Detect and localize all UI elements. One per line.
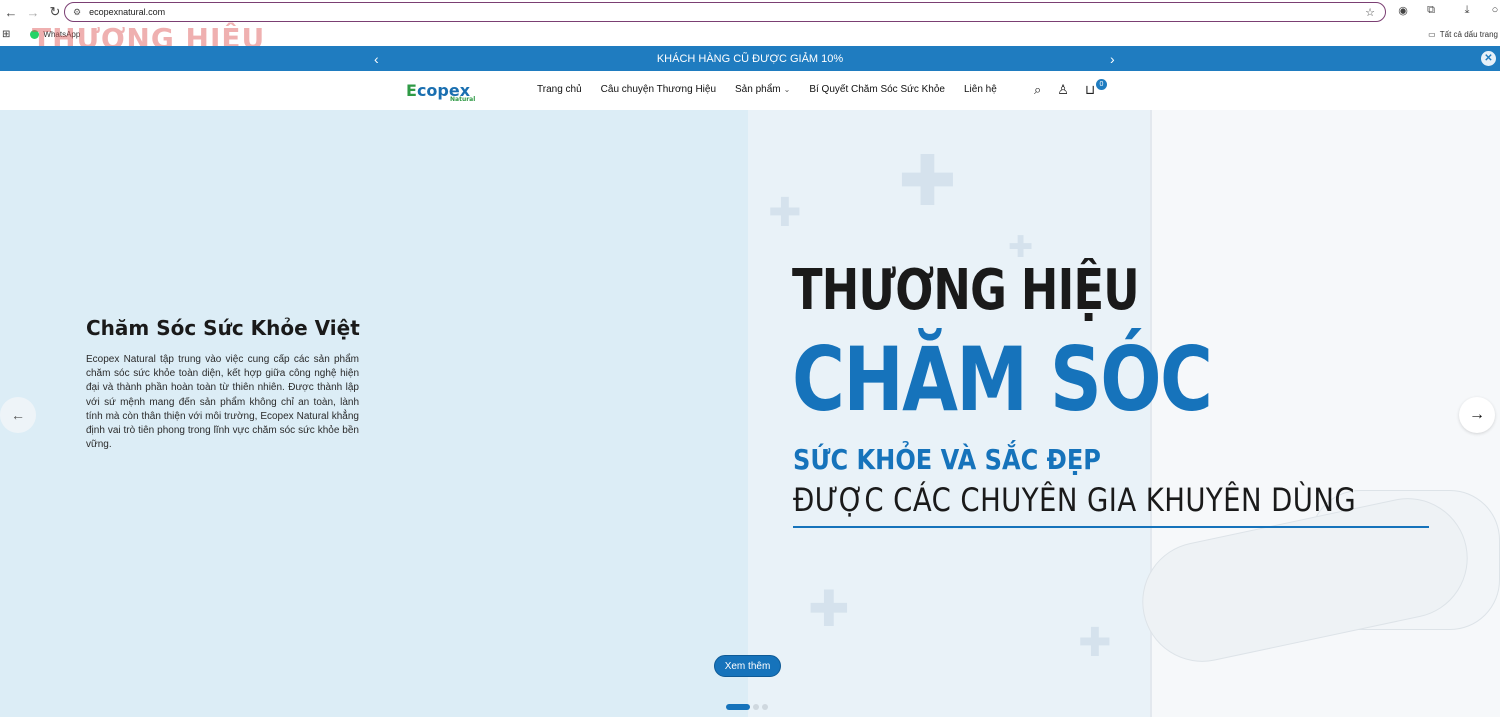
logo-subtitle: Natural (450, 96, 476, 103)
browser-actions: ◉ ⧉ ⤓ ○ ⋮ (1395, 4, 1500, 17)
search-icon[interactable]: ⌕ (1034, 82, 1041, 98)
cart-icon: ⊔ (1084, 82, 1096, 97)
address-bar[interactable]: ⚙ ecopexnatural.com ☆ (64, 2, 1386, 22)
logo-e-glyph: E (406, 81, 417, 100)
medical-cross-decor: ✚ (808, 580, 850, 638)
banner-headline-3: SỨC KHỎE VÀ SẮC ĐẸP (793, 443, 1101, 476)
forward-icon[interactable]: → (22, 1, 44, 23)
banner-headline-2: CHĂM SÓC (792, 328, 1213, 431)
bookmark-star-icon[interactable]: ☆ (1365, 6, 1375, 19)
cart-button[interactable]: ⊔ 0 (1084, 79, 1107, 98)
announcement-text: KHÁCH HÀNG CŨ ĐƯỢC GIẢM 10% (656, 52, 844, 65)
announcement-bar: ‹ KHÁCH HÀNG CŨ ĐƯỢC GIẢM 10% › ✕ (0, 46, 1500, 71)
slider-prev-arrow-icon[interactable]: ← (0, 397, 36, 433)
nav-item-products[interactable]: Sản phẩm ⌄ (735, 84, 790, 95)
medical-cross-decor: ✚ (768, 190, 802, 236)
all-bookmarks-label: Tất cả dấu trang (1439, 29, 1498, 39)
reload-icon[interactable]: ↻ (44, 1, 66, 23)
nav-item-contact[interactable]: Liên hệ (964, 84, 997, 95)
back-icon[interactable]: ← (0, 1, 22, 23)
close-icon[interactable]: ✕ (1481, 51, 1496, 66)
apps-grid-icon[interactable]: ⊞ (2, 29, 10, 40)
nav-item-home[interactable]: Trang chủ (537, 84, 582, 95)
browser-toolbar: ← → ↻ ⚙ ecopexnatural.com ☆ ◉ ⧉ ⤓ ○ ⋮ (0, 0, 1500, 24)
banner-headline-4: ĐƯỢC CÁC CHUYÊN GIA KHUYÊN DÙNG (793, 481, 1357, 519)
all-bookmarks[interactable]: ▭ Tất cả dấu trang (1428, 30, 1498, 39)
banner-headline-1: THƯƠNG HIỆU (792, 258, 1140, 323)
url-text: ecopexnatural.com (89, 7, 166, 17)
see-more-button[interactable]: Xem thêm (714, 655, 781, 677)
nav-item-health-tips[interactable]: Bí Quyết Chăm Sóc Sức Khỏe (809, 84, 945, 95)
folder-icon: ▭ (1428, 29, 1436, 39)
whatsapp-icon (30, 29, 40, 39)
medical-cross-decor: ✚ (898, 140, 957, 222)
slider-next-arrow-icon[interactable]: → (1459, 397, 1495, 433)
download-icon[interactable]: ⤓ (1459, 4, 1475, 17)
extension-icon[interactable]: ◉ (1395, 4, 1411, 17)
profile-icon[interactable]: ○ (1487, 4, 1500, 17)
main-nav: Trang chủ Câu chuyện Thương Hiệu Sản phẩ… (537, 84, 997, 95)
site-header: Ecopex Natural Trang chủ Câu chuyện Thươ… (0, 71, 1500, 110)
chevron-down-icon: ⌄ (783, 85, 791, 94)
announcement-prev-icon[interactable]: ‹ (374, 51, 379, 67)
site-logo[interactable]: Ecopex Natural (406, 81, 475, 103)
header-actions: ⌕ ♙ ⊔ 0 (1034, 79, 1107, 98)
hero-description: Ecopex Natural tập trung vào việc cung c… (86, 354, 359, 451)
bookmarks-bar: ⊞ WhatsApp ▭ Tất cả dấu trang (0, 24, 1500, 44)
medical-cross-decor: ✚ (1078, 620, 1112, 666)
puzzle-icon[interactable]: ⧉ (1423, 4, 1439, 17)
banner-underline (793, 526, 1429, 528)
hero-title: Chăm Sóc Sức Khỏe Việt (86, 316, 360, 340)
cart-count-badge: 0 (1095, 79, 1107, 90)
nav-item-brand-story[interactable]: Câu chuyện Thương Hiệu (601, 84, 716, 95)
slider-dot-2[interactable] (753, 704, 759, 710)
slider-dot-3[interactable] (762, 704, 768, 710)
bookmark-whatsapp-label: WhatsApp (43, 29, 81, 39)
site-info-icon[interactable]: ⚙ (73, 7, 81, 18)
user-icon[interactable]: ♙ (1057, 82, 1069, 98)
hero-slider: ✚ ✚ ✚ ✚ ✚ THƯƠNG HIỆU CHĂM SÓC SỨC KHỎE … (0, 110, 1500, 717)
slider-dot-1[interactable] (726, 704, 750, 710)
nav-item-products-label: Sản phẩm (735, 84, 781, 95)
announcement-next-icon[interactable]: › (1110, 51, 1115, 67)
bookmark-whatsapp[interactable]: WhatsApp (30, 29, 81, 39)
slider-pagination (726, 704, 768, 710)
